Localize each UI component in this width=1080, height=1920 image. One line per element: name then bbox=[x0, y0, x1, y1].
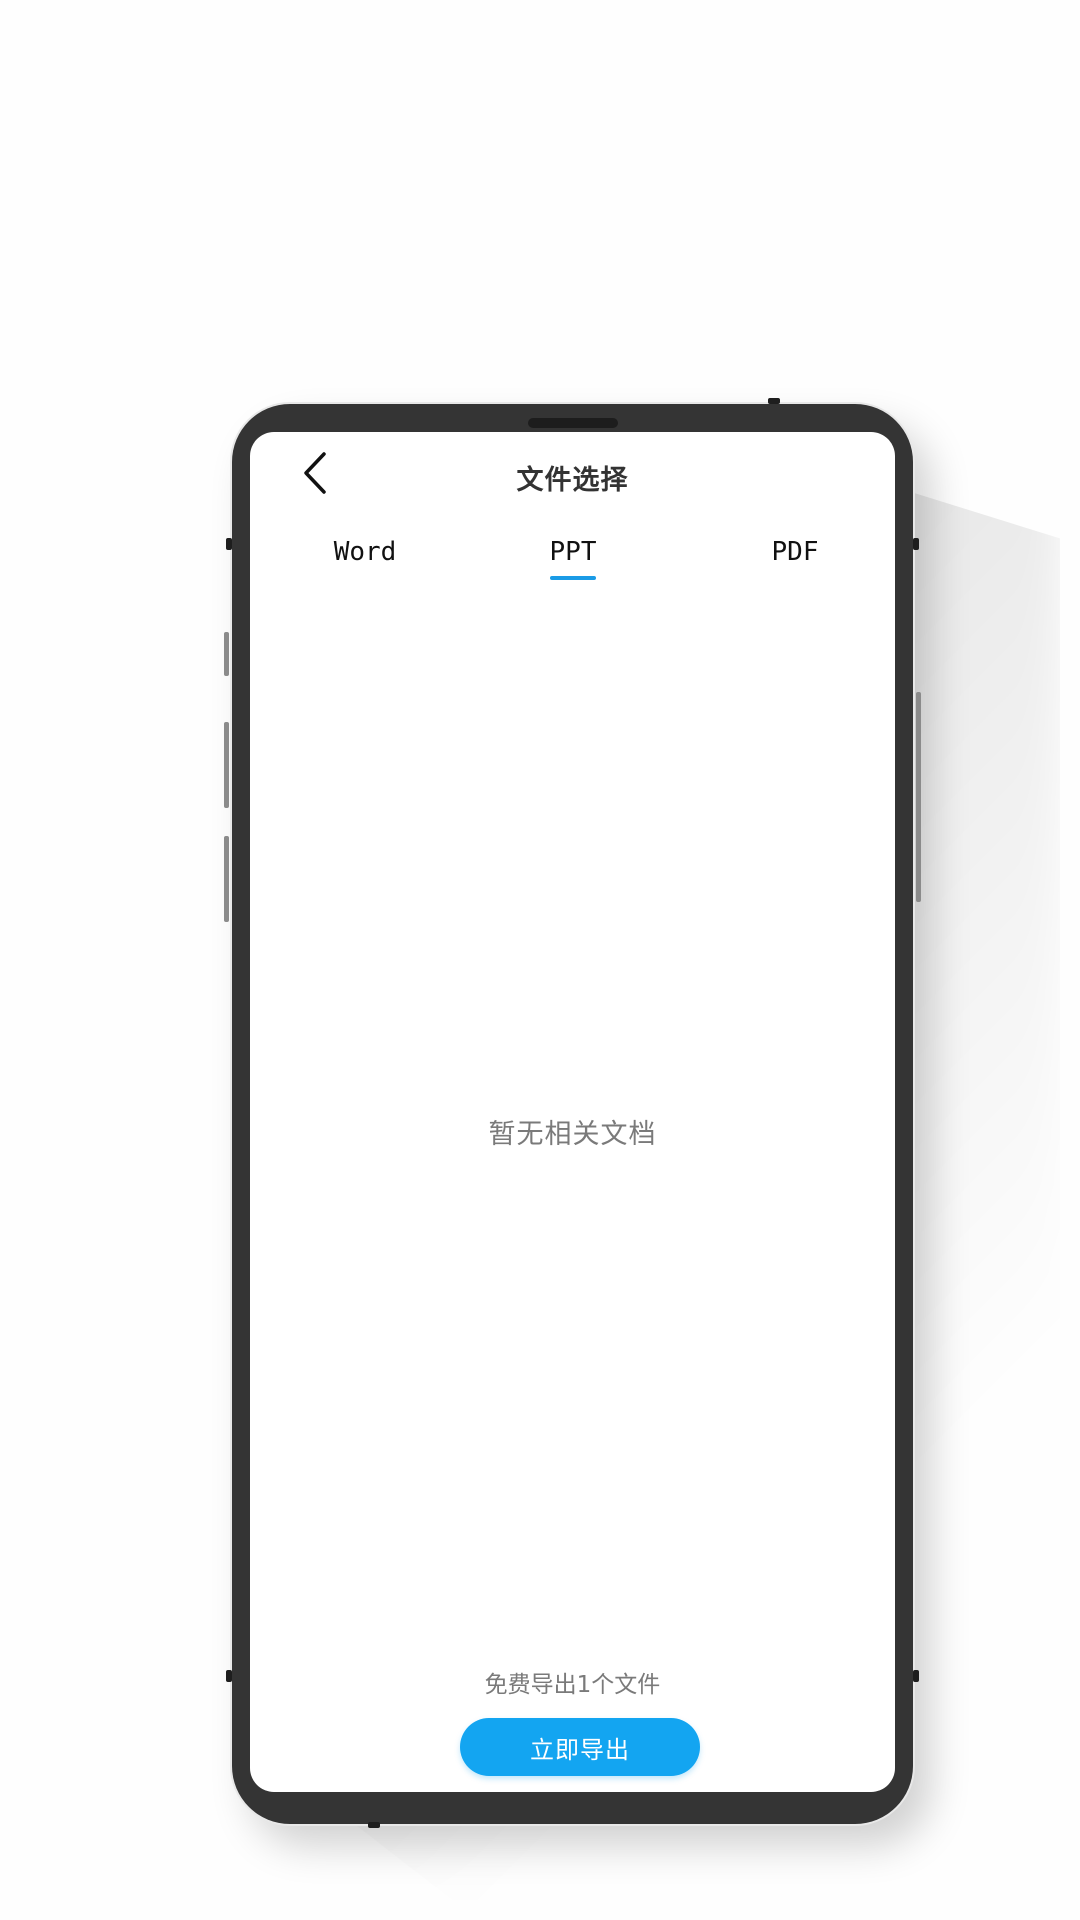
phone-device: 文件选择 Word PPT PDF 暂无相关文档 免费导出1个文件 立即导出 bbox=[224, 398, 921, 1828]
left-mark-bottom bbox=[226, 1670, 232, 1682]
tab-ppt-label: PPT bbox=[549, 537, 597, 567]
tab-pdf[interactable]: PDF bbox=[750, 532, 840, 592]
power-button bbox=[916, 692, 921, 902]
stage: 文件选择 Word PPT PDF 暂无相关文档 免费导出1个文件 立即导出 bbox=[0, 0, 1080, 1920]
active-tab-indicator bbox=[550, 576, 596, 580]
speaker-grille bbox=[528, 418, 618, 428]
empty-state-message: 暂无相关文档 bbox=[488, 1119, 657, 1150]
free-export-note: 免费导出1个文件 bbox=[484, 1672, 661, 1698]
tab-word[interactable]: Word bbox=[310, 532, 420, 592]
app-screen: 文件选择 Word PPT PDF 暂无相关文档 免费导出1个文件 立即导出 bbox=[250, 432, 895, 1792]
left-mark-top bbox=[226, 538, 232, 550]
bottom-notch-mark bbox=[368, 1822, 380, 1828]
page-title: 文件选择 bbox=[516, 465, 629, 496]
file-type-tabs: Word PPT PDF bbox=[250, 532, 895, 592]
export-now-label: 立即导出 bbox=[530, 1735, 630, 1764]
volume-down-button bbox=[224, 836, 229, 922]
right-mark-top bbox=[913, 538, 919, 550]
top-notch-mark bbox=[768, 398, 780, 404]
tab-word-label: Word bbox=[333, 537, 397, 567]
mute-switch bbox=[224, 632, 229, 676]
volume-up-button bbox=[224, 722, 229, 808]
tab-ppt[interactable]: PPT bbox=[528, 532, 618, 592]
right-mark-bottom bbox=[913, 1670, 919, 1682]
tab-pdf-label: PDF bbox=[771, 537, 819, 567]
top-bar: 文件选择 bbox=[250, 432, 895, 522]
export-now-button[interactable]: 立即导出 bbox=[460, 1718, 700, 1776]
